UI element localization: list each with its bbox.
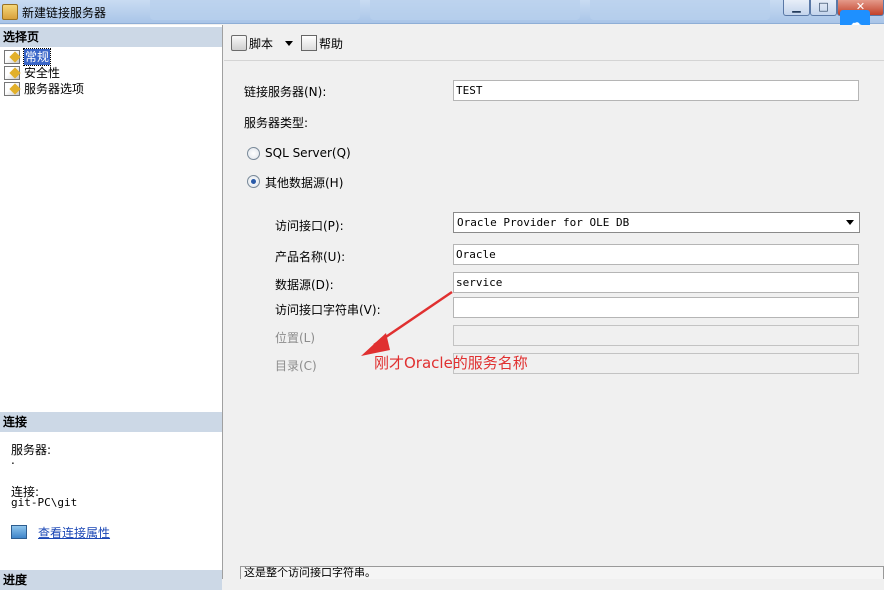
page-icon [4,50,20,64]
page-item-label: 常规 [22,48,52,66]
server-type-label: 服务器类型: [244,116,309,130]
toolbar: 脚本 帮助 [224,25,884,61]
description-box: 这是整个访问接口字符串。 [240,566,884,579]
page-item-label: 服务器选项 [24,82,85,96]
data-source-label: 数据源(D): [275,278,334,292]
left-panel: 选择页 常规 安全性 服务器选项 连接 服务器: . 连接: git-PC\gi… [0,25,223,590]
script-icon [231,35,247,51]
help-label: 帮助 [319,37,344,51]
annotation-text: 刚才Oracle的服务名称 [374,354,528,372]
background-window-ghost [590,0,770,20]
location-input [453,325,859,346]
script-label: 脚本 [249,37,274,51]
data-source-input[interactable]: service [453,272,859,293]
provider-label: 访问接口(P): [275,219,344,233]
script-dropdown-caret-icon[interactable] [285,41,293,46]
maximize-button[interactable]: □ [810,0,837,16]
background-window-ghost [370,0,580,20]
provider-select-value: Oracle Provider for OLE DB [457,216,630,229]
app-icon [2,4,18,20]
title-bar: 新建链接服务器 ▁ □ ✕ [0,0,884,24]
connection-value: git-PC\git [11,496,78,509]
other-data-source-radio[interactable] [247,175,260,188]
page-icon [4,82,20,96]
page-item-label: 安全性 [24,66,61,80]
product-name-label: 产品名称(U): [275,250,346,264]
catalog-label: 目录(C) [275,359,317,373]
server-value: . [11,453,15,467]
page-icon [4,66,20,80]
window-title: 新建链接服务器 [22,6,107,20]
script-button[interactable]: 脚本 [231,35,273,53]
background-window-ghost [150,0,360,20]
provider-string-input[interactable] [453,297,859,318]
product-name-input[interactable]: Oracle [453,244,859,265]
connection-header: 连接 [0,412,222,432]
server-label: 服务器: [11,443,52,457]
provider-string-label: 访问接口字符串(V): [275,303,381,317]
linked-server-input[interactable]: TEST [453,80,859,101]
connection-properties-icon [11,525,27,539]
progress-header: 进度 [0,570,222,590]
select-page-header: 选择页 [0,27,222,47]
main-panel: 脚本 帮助 链接服务器(N): TEST 服务器类型: SQL Server(Q… [224,25,884,579]
linked-server-label: 链接服务器(N): [244,85,327,99]
sql-server-radio-label[interactable]: SQL Server(Q) [265,146,351,160]
help-icon [301,35,317,51]
help-button[interactable]: 帮助 [301,35,343,53]
chevron-down-icon [846,220,854,225]
other-data-source-radio-label[interactable]: 其他数据源(H) [265,174,343,191]
sql-server-radio[interactable] [247,147,260,160]
view-connection-properties-link[interactable]: 查看连接属性 [38,524,110,541]
provider-select[interactable]: Oracle Provider for OLE DB [453,212,860,233]
location-label: 位置(L) [275,331,316,345]
minimize-button[interactable]: ▁ [783,0,810,16]
